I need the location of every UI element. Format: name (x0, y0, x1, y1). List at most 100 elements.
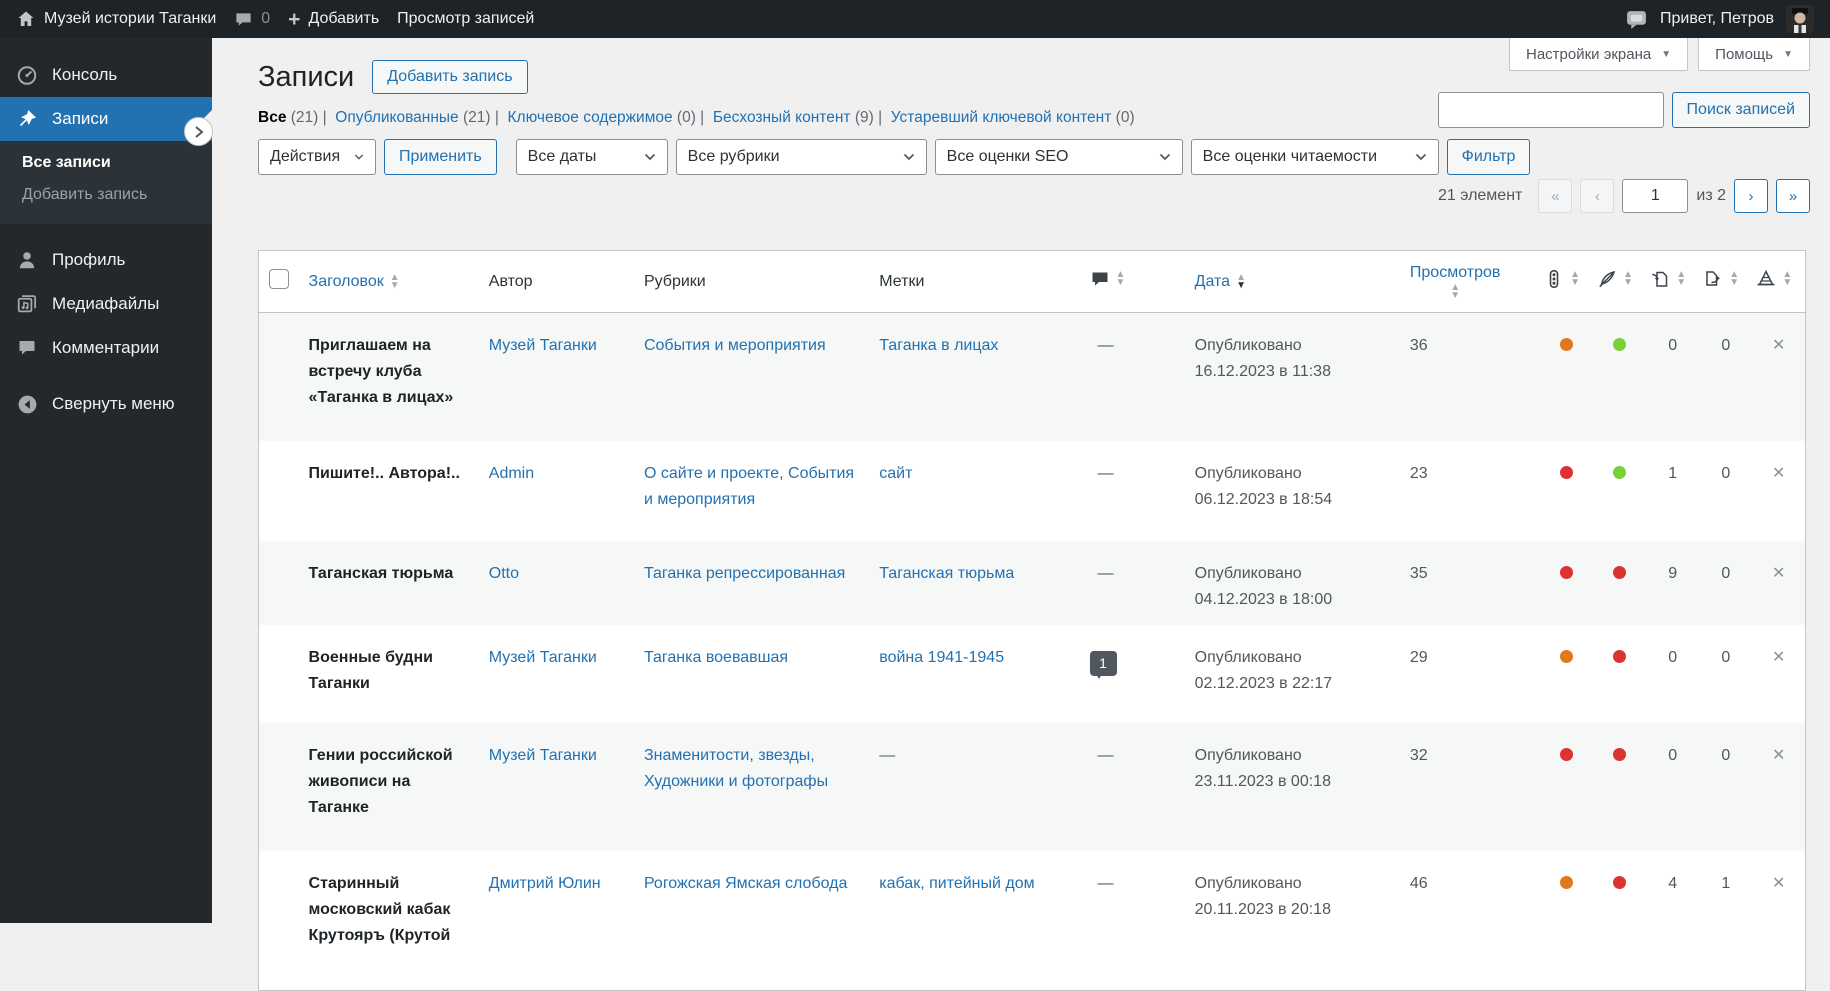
post-title-link[interactable]: Пишите!.. Автора!.. (309, 465, 460, 482)
post-tags-link[interactable]: Таганская тюрьма (879, 565, 1014, 582)
post-tags-link[interactable]: — (879, 747, 895, 764)
admin-bar-my-account[interactable]: Привет, Петров (1660, 10, 1774, 28)
sort-by-comments[interactable]: ▲ ▼ (1090, 270, 1125, 293)
post-title-link[interactable]: Старинный московский кабак Крутояръ (Кру… (309, 875, 451, 944)
post-author-link[interactable]: Otto (489, 565, 519, 582)
category-filter-select[interactable]: Все рубрики (675, 139, 927, 175)
current-page-input[interactable] (1622, 179, 1689, 213)
cornerstone-x-mark: ✕ (1771, 464, 1786, 482)
sidebar-item-all-posts[interactable]: Все записи (0, 147, 212, 179)
post-categories-link[interactable]: События и мероприятия (644, 337, 826, 354)
chevron-down-icon (903, 153, 914, 161)
chevron-down-icon (354, 154, 364, 160)
sidebar-item-comments[interactable]: Комментарии (0, 326, 212, 370)
post-views-count: 32 (1409, 746, 1428, 764)
caret-down-icon: ▼ (1783, 48, 1793, 60)
post-categories-link[interactable]: Знаменитости, звезды, Художники и фотогр… (644, 747, 828, 790)
post-author-link[interactable]: Дмитрий Юлин (489, 875, 601, 892)
sort-by-cornerstone[interactable]: ▲ ▼ (1756, 270, 1792, 293)
screen-options-tab[interactable]: Настройки экрана ▼ (1509, 38, 1689, 71)
sidebar-label-media: Медиафайлы (52, 294, 160, 313)
sidebar-toggle-button[interactable] (184, 117, 213, 146)
post-author-link[interactable]: Музей Таганки (489, 649, 597, 666)
home-icon (16, 9, 36, 29)
row-select-cell (259, 441, 299, 541)
post-author-link[interactable]: Музей Таганки (489, 337, 597, 354)
next-page-button[interactable]: › (1734, 179, 1768, 213)
sidebar-item-profile[interactable]: Профиль (0, 238, 212, 282)
add-post-label: Добавить запись (22, 186, 148, 203)
admin-bar-view-posts[interactable]: Просмотр записей (397, 10, 534, 28)
view-filter-cornerstone[interactable]: Ключевое содержимое (0) (508, 109, 713, 126)
post-author-link[interactable]: Музей Таганки (489, 747, 597, 764)
sort-by-title[interactable]: Заголовок ▲ ▼ (309, 272, 400, 290)
sidebar-item-posts[interactable]: Записи (0, 97, 212, 141)
readability-filter-select[interactable]: Все оценки читаемости (1190, 139, 1439, 175)
select-all-checkbox[interactable] (269, 269, 289, 289)
sort-by-views[interactable]: Просмотров ▲ ▼ (1410, 264, 1500, 301)
sort-arrows: ▲ ▼ (1450, 281, 1461, 301)
help-tab[interactable]: Помощь ▼ (1698, 38, 1810, 71)
collapse-menu-button[interactable]: Свернуть меню (0, 382, 212, 426)
post-title-link[interactable]: Гении российской живописи на Таганке (309, 747, 453, 816)
post-views-count: 35 (1409, 564, 1428, 582)
outgoing-links-count: 0 (1721, 564, 1731, 582)
avatar[interactable] (1786, 5, 1814, 33)
last-page-button[interactable]: » (1776, 179, 1810, 213)
readability-score-dot (1613, 565, 1627, 579)
sort-by-readability[interactable]: ▲ ▼ (1597, 270, 1633, 293)
post-status: Опубликовано (1194, 337, 1302, 354)
post-tags-link[interactable]: сайт (879, 465, 912, 482)
view-filter-published[interactable]: Опубликованные (21) (335, 109, 507, 126)
comment-count-badge[interactable]: 1 (1089, 650, 1117, 679)
post-tags-link[interactable]: кабак, питейный дом (879, 875, 1034, 892)
no-comments-dash: — (1097, 746, 1114, 764)
admin-bar-new-content[interactable]: + Добавить (288, 9, 379, 30)
bulk-actions-select[interactable]: Действия (258, 139, 376, 175)
admin-sidebar: Консоль Записи Все записи Добавить запис… (0, 38, 212, 923)
admin-bar-comments[interactable]: 0 (234, 10, 270, 29)
sort-by-incoming-links[interactable]: ▲ ▼ (1650, 270, 1686, 293)
date-filter-select[interactable]: Все даты (515, 139, 668, 175)
sort-by-outgoing-links[interactable]: ▲ ▼ (1703, 270, 1739, 293)
search-input[interactable] (1437, 92, 1664, 128)
post-title-link[interactable]: Таганская тюрьма (309, 565, 454, 582)
notification-bubble-icon[interactable] (1625, 9, 1648, 30)
incoming-links-count: 9 (1668, 564, 1678, 582)
post-title-link[interactable]: Военные будни Таганки (309, 649, 433, 692)
sort-arrows: ▲ ▼ (1236, 271, 1246, 291)
sort-by-date[interactable]: Дата ▲ ▼ (1195, 271, 1246, 291)
view-filter-all[interactable]: Все (21) (258, 109, 335, 126)
post-categories-link[interactable]: Таганка репрессированная (644, 565, 845, 582)
row-select-cell (259, 851, 299, 991)
sidebar-item-dashboard[interactable]: Консоль (0, 53, 212, 97)
table-header-row: Заголовок ▲ ▼ Автор Рубрики Метки ▲ ▼ Дата ▲… (258, 250, 1806, 313)
comments-count: 0 (261, 10, 271, 27)
sidebar-item-media[interactable]: Медиафайлы (0, 282, 212, 326)
outgoing-links-icon (1703, 269, 1723, 289)
items-count: 21 элемент (1438, 187, 1523, 204)
table-row: Приглашаем на встречу клуба «Таганка в л… (258, 312, 1806, 441)
apply-button[interactable]: Применить (384, 139, 497, 175)
view-filter-stale[interactable]: Устаревший ключевой контент (0) (891, 109, 1135, 126)
incoming-links-count: 1 (1668, 464, 1678, 482)
main-content: Настройки экрана ▼ Помощь ▼ Поиск записе… (212, 38, 1830, 991)
post-categories-link[interactable]: Рогожская Ямская слобода (644, 875, 847, 892)
view-filter-orphaned[interactable]: Бесхозный контент (9) (713, 109, 891, 126)
sort-by-seo-score[interactable]: ▲ ▼ (1544, 270, 1580, 293)
post-tags-link[interactable]: война 1941-1945 (879, 649, 1004, 666)
incoming-links-count: 4 (1668, 874, 1678, 892)
post-status: Опубликовано (1194, 464, 1302, 482)
seo-filter-select[interactable]: Все оценки SEO (934, 139, 1183, 175)
post-tags-link[interactable]: Таганка в лицах (879, 337, 998, 354)
post-title-link[interactable]: Приглашаем на встречу клуба «Таганка в л… (309, 337, 454, 406)
post-author-link[interactable]: Admin (489, 465, 534, 482)
filter-button[interactable]: Фильтр (1446, 139, 1531, 175)
post-categories-link[interactable]: О сайте и проекте, События и мероприятия (644, 465, 854, 508)
post-categories-link[interactable]: Таганка воевавшая (644, 649, 788, 666)
sidebar-item-add-post[interactable]: Добавить запись (0, 179, 212, 211)
admin-bar-site-menu[interactable]: Музей истории Таганки (16, 9, 216, 29)
add-post-button[interactable]: Добавить запись (372, 60, 528, 94)
post-views-count: 46 (1409, 874, 1428, 892)
search-posts-button[interactable]: Поиск записей (1671, 92, 1810, 128)
